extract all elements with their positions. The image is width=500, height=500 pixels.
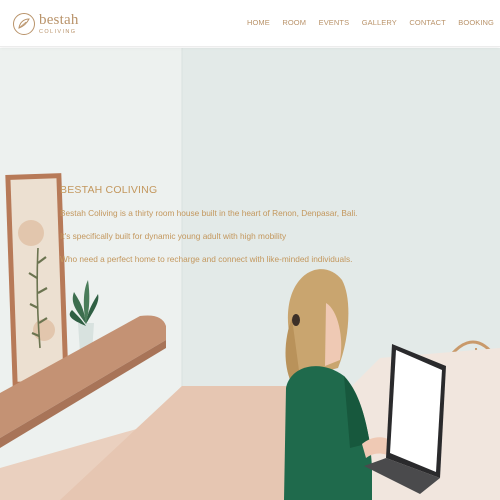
logo-icon [13,13,35,35]
nav-item-room[interactable]: ROOM [282,18,306,27]
hero-line-2: It's specifically built for dynamic youn… [60,231,287,241]
top-navbar: bestah COLIVING HOME ROOM EVENTS GALLERY… [0,0,500,47]
hero-illustration [0,48,500,500]
hero-section: BESTAH COLIVING Bestah Coliving is a thi… [0,48,500,500]
brand-tagline: COLIVING [39,28,77,35]
hero-line-3: Who need a perfect home to recharge and … [60,254,353,264]
main-nav: HOME ROOM EVENTS GALLERY CONTACT BOOKING [234,18,494,27]
brand-logo[interactable]: bestah COLIVING [12,11,79,37]
nav-item-events[interactable]: EVENTS [319,18,350,27]
nav-item-home[interactable]: HOME [247,18,270,27]
hero-intro: BESTAH COLIVING Bestah Coliving is a thi… [60,184,360,271]
nav-item-booking[interactable]: BOOKING [458,18,494,27]
nav-item-contact[interactable]: CONTACT [409,18,445,27]
brand-name: bestah [39,11,79,28]
nav-item-gallery[interactable]: GALLERY [362,18,397,27]
hero-line-1: Bestah Coliving is a thirty room house b… [60,208,358,218]
hero-title: BESTAH COLIVING [60,184,158,196]
